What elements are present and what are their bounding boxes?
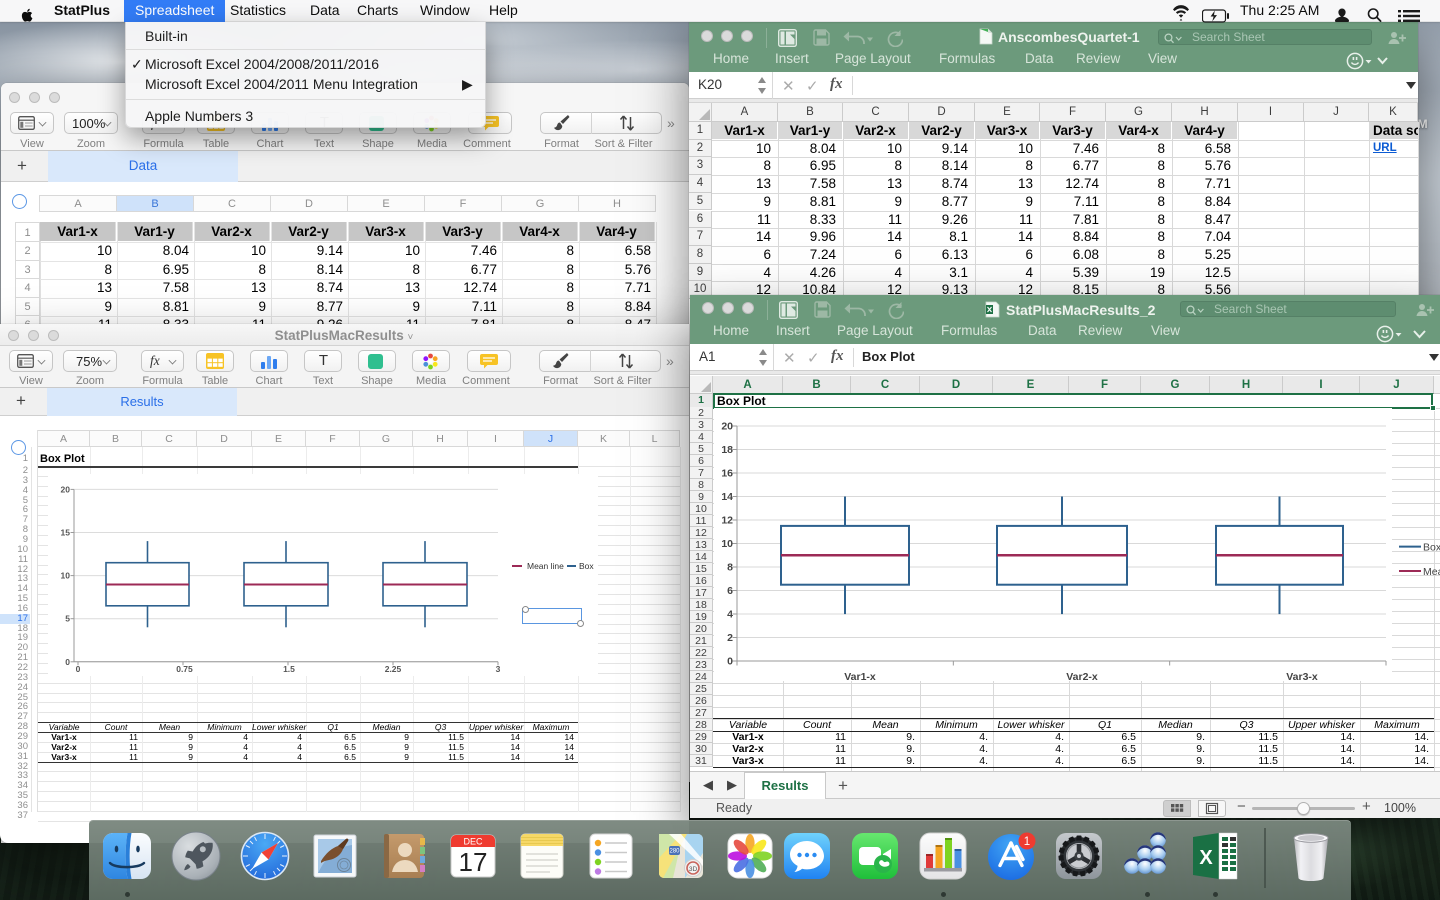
svg-text:0: 0: [727, 656, 733, 668]
svg-text:17: 17: [459, 847, 488, 877]
svg-text:Mea: Mea: [1423, 566, 1440, 578]
svg-text:14: 14: [721, 491, 733, 503]
svg-text:20: 20: [721, 421, 733, 433]
svg-text:2.25: 2.25: [385, 664, 402, 674]
svg-text:0: 0: [65, 657, 70, 667]
svg-text:1.5: 1.5: [283, 664, 295, 674]
svg-text:4: 4: [727, 609, 733, 621]
svg-text:Box: Box: [1423, 542, 1440, 554]
svg-text:10: 10: [61, 571, 71, 581]
svg-text:16: 16: [721, 468, 733, 480]
svg-text:5: 5: [65, 614, 70, 624]
svg-text:Var2-x: Var2-x: [1066, 671, 1098, 683]
svg-text:280: 280: [669, 849, 680, 855]
svg-text:Var1-x: Var1-x: [844, 671, 876, 683]
svg-text:DEC: DEC: [463, 837, 483, 847]
svg-text:12: 12: [721, 515, 733, 527]
svg-text:X: X: [1199, 847, 1213, 869]
svg-text:3D: 3D: [689, 866, 698, 873]
svg-text:15: 15: [61, 528, 71, 538]
svg-text:Var3-x: Var3-x: [1286, 671, 1318, 683]
svg-text:6: 6: [727, 585, 733, 597]
svg-text:3: 3: [496, 664, 501, 674]
svg-text:2: 2: [727, 632, 733, 644]
svg-text:0.75: 0.75: [176, 664, 193, 674]
svg-text:18: 18: [721, 444, 733, 456]
svg-text:10: 10: [721, 538, 733, 550]
svg-text:20: 20: [61, 484, 71, 494]
svg-text:8: 8: [727, 562, 733, 574]
svg-text:0: 0: [76, 664, 81, 674]
svg-text:1: 1: [1024, 836, 1030, 848]
